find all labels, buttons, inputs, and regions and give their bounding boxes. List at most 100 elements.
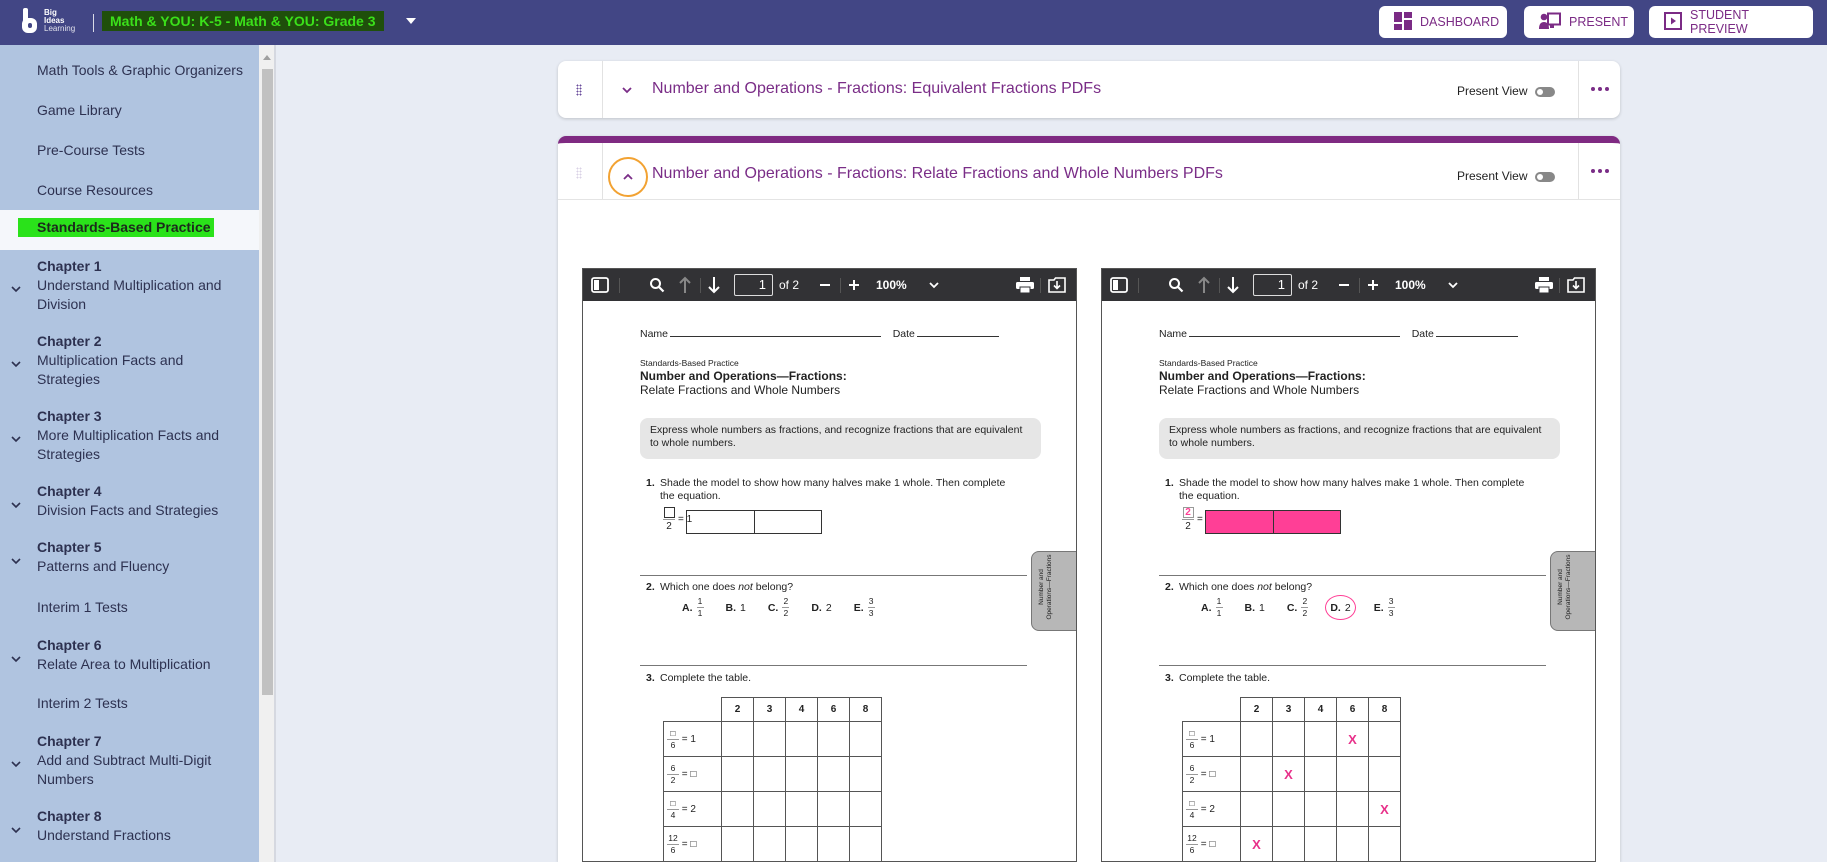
sidebar-item-chapter-8[interactable]: Chapter 8 Understand Fractions bbox=[0, 807, 259, 847]
search-icon[interactable] bbox=[649, 269, 665, 301]
dashboard-button[interactable]: DASHBOARD bbox=[1379, 6, 1507, 38]
table-cell[interactable] bbox=[1304, 756, 1337, 792]
table-cell[interactable] bbox=[721, 756, 754, 792]
table-cell[interactable] bbox=[1368, 756, 1401, 792]
chevron-down-icon[interactable] bbox=[11, 359, 21, 369]
table-cell[interactable] bbox=[1304, 721, 1337, 757]
chevron-down-icon[interactable] bbox=[620, 83, 634, 97]
zoom-level[interactable]: 100% bbox=[1395, 269, 1426, 301]
table-cell[interactable] bbox=[753, 791, 786, 827]
choice-a[interactable]: A. 1 1 bbox=[682, 597, 704, 618]
chevron-up-icon[interactable] bbox=[621, 170, 635, 184]
sidebar-toggle-icon[interactable] bbox=[1110, 269, 1128, 301]
present-button[interactable]: PRESENT bbox=[1524, 6, 1634, 38]
table-cell[interactable] bbox=[721, 791, 754, 827]
chevron-down-icon[interactable] bbox=[11, 284, 21, 294]
table-cell[interactable] bbox=[1336, 756, 1369, 792]
fraction-model[interactable] bbox=[1205, 510, 1341, 534]
sidebar-item-chapter-1[interactable]: Chapter 1 Understand Multiplication and D… bbox=[0, 257, 259, 317]
present-view-toggle[interactable] bbox=[1535, 87, 1555, 97]
table-cell[interactable] bbox=[849, 826, 882, 861]
sidebar-item-interim-2-tests[interactable]: Interim 2 Tests bbox=[0, 694, 259, 718]
table-cell[interactable] bbox=[1272, 826, 1305, 861]
chevron-down-icon[interactable] bbox=[11, 825, 21, 835]
student-preview-button[interactable]: STUDENT PREVIEW bbox=[1649, 6, 1813, 38]
previous-page-icon[interactable] bbox=[1197, 269, 1211, 301]
zoom-in-icon[interactable] bbox=[848, 269, 860, 301]
table-cell[interactable] bbox=[785, 791, 818, 827]
page-number-input[interactable]: 1 bbox=[734, 274, 773, 296]
card-title[interactable]: Number and Operations - Fractions: Equiv… bbox=[652, 80, 1101, 98]
more-options-icon[interactable] bbox=[1591, 169, 1609, 173]
table-cell[interactable] bbox=[785, 721, 818, 757]
choice-b[interactable]: B. 1 bbox=[726, 597, 746, 618]
fraction-model[interactable] bbox=[686, 510, 822, 534]
table-cell[interactable] bbox=[753, 721, 786, 757]
table-cell[interactable] bbox=[753, 826, 786, 861]
sidebar-item-chapter-2[interactable]: Chapter 2 Multiplication Facts and Strate… bbox=[0, 332, 259, 392]
sidebar-item-chapter-5[interactable]: Chapter 5 Patterns and Fluency bbox=[0, 538, 259, 578]
table-cell[interactable]: X bbox=[1240, 826, 1273, 861]
chevron-down-icon[interactable] bbox=[11, 759, 21, 769]
table-cell[interactable] bbox=[1240, 756, 1273, 792]
table-cell[interactable] bbox=[817, 756, 850, 792]
course-dropdown-caret-icon[interactable] bbox=[406, 18, 416, 24]
zoom-in-icon[interactable] bbox=[1367, 269, 1379, 301]
chevron-down-icon[interactable] bbox=[11, 434, 21, 444]
drag-handle-icon[interactable] bbox=[576, 84, 582, 96]
table-cell[interactable] bbox=[1272, 721, 1305, 757]
table-cell[interactable] bbox=[849, 721, 882, 757]
search-icon[interactable] bbox=[1168, 269, 1184, 301]
print-icon[interactable] bbox=[1535, 269, 1553, 301]
chevron-down-icon[interactable] bbox=[11, 556, 21, 566]
sidebar-item-chapter-3[interactable]: Chapter 3 More Multiplication Facts and S… bbox=[0, 407, 259, 467]
table-cell[interactable] bbox=[849, 756, 882, 792]
next-page-icon[interactable] bbox=[707, 269, 721, 301]
table-cell[interactable] bbox=[1272, 791, 1305, 827]
sidebar-item-chapter-4[interactable]: Chapter 4 Division Facts and Strategies bbox=[0, 482, 259, 522]
drag-handle-icon[interactable] bbox=[576, 167, 582, 179]
q1-numerator-box[interactable]: 2 bbox=[1182, 507, 1194, 518]
table-cell[interactable] bbox=[753, 756, 786, 792]
zoom-dropdown-icon[interactable] bbox=[929, 269, 939, 301]
more-options-icon[interactable] bbox=[1591, 87, 1609, 91]
next-page-icon[interactable] bbox=[1226, 269, 1240, 301]
table-cell[interactable] bbox=[1368, 721, 1401, 757]
choice-a[interactable]: A. 1 1 bbox=[1201, 597, 1223, 618]
table-cell[interactable] bbox=[785, 756, 818, 792]
table-cell[interactable] bbox=[817, 721, 850, 757]
print-icon[interactable] bbox=[1016, 269, 1034, 301]
table-cell[interactable] bbox=[1304, 826, 1337, 861]
choice-e[interactable]: E. 3 3 bbox=[1374, 597, 1395, 618]
scroll-up-arrow-icon[interactable] bbox=[263, 55, 271, 60]
big-ideas-logo[interactable]: Big Ideas Learning bbox=[20, 8, 75, 34]
scrollbar-thumb[interactable] bbox=[262, 69, 273, 695]
chevron-down-icon[interactable] bbox=[11, 654, 21, 664]
sidebar-item-standards-based-practice[interactable]: Standards-Based Practice bbox=[0, 210, 259, 250]
zoom-out-icon[interactable] bbox=[1338, 269, 1350, 301]
q1-numerator-box[interactable] bbox=[663, 507, 675, 518]
download-icon[interactable] bbox=[1567, 269, 1585, 301]
sidebar-item-game-library[interactable]: Game Library bbox=[0, 101, 259, 137]
table-cell[interactable] bbox=[785, 826, 818, 861]
table-cell[interactable] bbox=[1336, 791, 1369, 827]
choice-e[interactable]: E. 3 3 bbox=[854, 597, 875, 618]
table-cell[interactable]: X bbox=[1336, 721, 1369, 757]
choice-d[interactable]: D. 2 bbox=[811, 597, 831, 618]
table-cell[interactable] bbox=[1368, 826, 1401, 861]
table-cell[interactable] bbox=[817, 826, 850, 861]
choice-d[interactable]: D. 2 bbox=[1325, 595, 1356, 620]
sidebar-item-math-tools[interactable]: Math Tools & Graphic Organizers bbox=[0, 61, 259, 97]
zoom-out-icon[interactable] bbox=[819, 269, 831, 301]
zoom-dropdown-icon[interactable] bbox=[1448, 269, 1458, 301]
sidebar-toggle-icon[interactable] bbox=[591, 269, 609, 301]
choice-c[interactable]: C. 2 2 bbox=[1287, 597, 1309, 618]
choice-c[interactable]: C. 2 2 bbox=[768, 597, 790, 618]
page-number-input[interactable]: 1 bbox=[1253, 274, 1292, 296]
chevron-down-icon[interactable] bbox=[11, 500, 21, 510]
present-view-toggle[interactable] bbox=[1535, 172, 1555, 182]
table-cell[interactable] bbox=[721, 826, 754, 861]
zoom-level[interactable]: 100% bbox=[876, 269, 907, 301]
choice-b[interactable]: B. 1 bbox=[1245, 597, 1265, 618]
table-cell[interactable] bbox=[1240, 791, 1273, 827]
